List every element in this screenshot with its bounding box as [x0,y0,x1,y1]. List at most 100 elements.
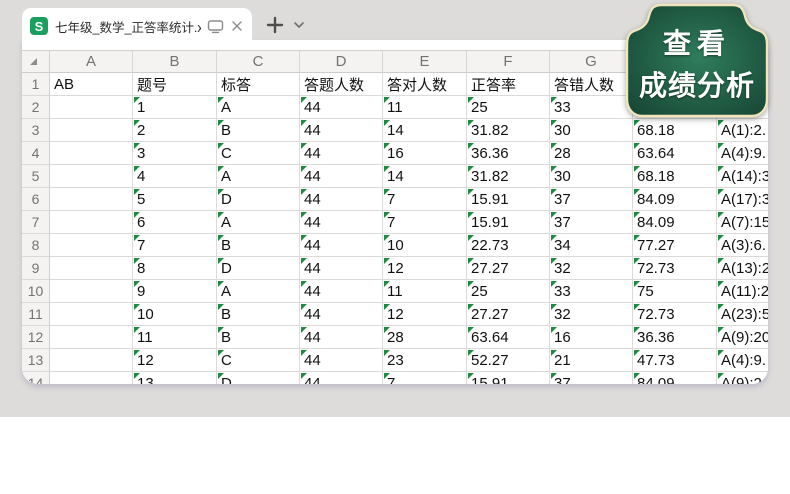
cell-G4[interactable]: 28 [550,142,633,165]
cell-I12[interactable]: A(9):20 [717,326,768,349]
row-header-13[interactable]: 13 [22,349,50,372]
cell-F3[interactable]: 31.82 [467,119,550,142]
cell-E6[interactable]: 7 [383,188,467,211]
cell-B11[interactable]: 10 [133,303,217,326]
cell-F6[interactable]: 15.91 [467,188,550,211]
cell-D3[interactable]: 44 [300,119,383,142]
row-header-2[interactable]: 2 [22,96,50,119]
column-header-C[interactable]: C [217,51,300,73]
cell-C1[interactable]: 标答 [217,73,300,96]
cell-B1[interactable]: 题号 [133,73,217,96]
cell-E12[interactable]: 28 [383,326,467,349]
cell-D5[interactable]: 44 [300,165,383,188]
cell-C7[interactable]: A [217,211,300,234]
cell-C11[interactable]: B [217,303,300,326]
cell-H12[interactable]: 36.36 [633,326,717,349]
cell-I6[interactable]: A(17):3 [717,188,768,211]
cell-B6[interactable]: 5 [133,188,217,211]
cell-E4[interactable]: 16 [383,142,467,165]
cell-G14[interactable]: 37 [550,372,633,384]
cell-A7[interactable] [50,211,133,234]
cell-H11[interactable]: 72.73 [633,303,717,326]
row-header-1[interactable]: 1 [22,73,50,96]
cell-E10[interactable]: 11 [383,280,467,303]
cell-G12[interactable]: 16 [550,326,633,349]
cell-A14[interactable] [50,372,133,384]
row-header-12[interactable]: 12 [22,326,50,349]
cell-I14[interactable]: A(9):20 [717,372,768,384]
cell-A12[interactable] [50,326,133,349]
cell-I13[interactable]: A(4):9. [717,349,768,372]
cell-H5[interactable]: 68.18 [633,165,717,188]
cell-C4[interactable]: C [217,142,300,165]
cell-E3[interactable]: 14 [383,119,467,142]
cell-C5[interactable]: A [217,165,300,188]
cell-E8[interactable]: 10 [383,234,467,257]
cell-B2[interactable]: 1 [133,96,217,119]
cell-C3[interactable]: B [217,119,300,142]
row-header-9[interactable]: 9 [22,257,50,280]
view-score-analysis-badge[interactable]: 查看 成绩分析 [623,2,771,125]
cell-B4[interactable]: 3 [133,142,217,165]
cell-G10[interactable]: 33 [550,280,633,303]
cell-E5[interactable]: 14 [383,165,467,188]
cell-F14[interactable]: 15.91 [467,372,550,384]
select-all-corner[interactable] [22,51,50,73]
cell-D8[interactable]: 44 [300,234,383,257]
cell-H6[interactable]: 84.09 [633,188,717,211]
cell-I8[interactable]: A(3):6. [717,234,768,257]
cell-F10[interactable]: 25 [467,280,550,303]
new-tab-plus-icon[interactable] [264,14,286,36]
cell-D4[interactable]: 44 [300,142,383,165]
cell-E13[interactable]: 23 [383,349,467,372]
column-header-A[interactable]: A [50,51,133,73]
row-header-8[interactable]: 8 [22,234,50,257]
row-header-11[interactable]: 11 [22,303,50,326]
cell-C12[interactable]: B [217,326,300,349]
tab-list-chevron-down-icon[interactable] [293,21,305,29]
cell-B9[interactable]: 8 [133,257,217,280]
cell-I5[interactable]: A(14):3 [717,165,768,188]
cell-C9[interactable]: D [217,257,300,280]
cell-I10[interactable]: A(11):2 [717,280,768,303]
cell-F11[interactable]: 27.27 [467,303,550,326]
cell-H4[interactable]: 63.64 [633,142,717,165]
cell-D9[interactable]: 44 [300,257,383,280]
cell-D11[interactable]: 44 [300,303,383,326]
close-icon[interactable] [230,19,244,33]
row-header-4[interactable]: 4 [22,142,50,165]
cell-G2[interactable]: 33 [550,96,633,119]
cell-F13[interactable]: 52.27 [467,349,550,372]
cell-H10[interactable]: 75 [633,280,717,303]
cell-F1[interactable]: 正答率 [467,73,550,96]
cell-A13[interactable] [50,349,133,372]
column-header-E[interactable]: E [383,51,467,73]
cell-F8[interactable]: 22.73 [467,234,550,257]
cell-E2[interactable]: 11 [383,96,467,119]
cell-G3[interactable]: 30 [550,119,633,142]
cell-D7[interactable]: 44 [300,211,383,234]
cell-G9[interactable]: 32 [550,257,633,280]
cell-C2[interactable]: A [217,96,300,119]
cell-D14[interactable]: 44 [300,372,383,384]
cell-D2[interactable]: 44 [300,96,383,119]
row-header-6[interactable]: 6 [22,188,50,211]
cell-C13[interactable]: C [217,349,300,372]
cell-H8[interactable]: 77.27 [633,234,717,257]
cell-H13[interactable]: 47.73 [633,349,717,372]
cell-B7[interactable]: 6 [133,211,217,234]
cell-A6[interactable] [50,188,133,211]
cell-A10[interactable] [50,280,133,303]
row-header-3[interactable]: 3 [22,119,50,142]
row-header-10[interactable]: 10 [22,280,50,303]
column-header-F[interactable]: F [467,51,550,73]
cell-I11[interactable]: A(23):5 [717,303,768,326]
cell-A2[interactable] [50,96,133,119]
column-header-G[interactable]: G [550,51,633,73]
cell-F7[interactable]: 15.91 [467,211,550,234]
cell-A3[interactable] [50,119,133,142]
cell-B5[interactable]: 4 [133,165,217,188]
cell-A1[interactable]: AB [50,73,133,96]
cell-F4[interactable]: 36.36 [467,142,550,165]
cell-I4[interactable]: A(4):9. [717,142,768,165]
